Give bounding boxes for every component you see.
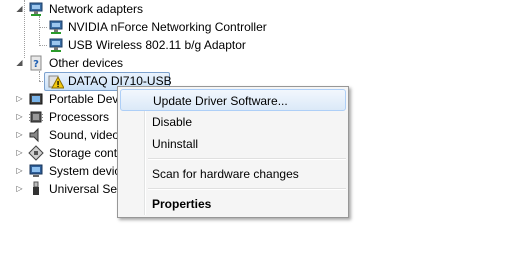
speaker-icon <box>29 127 39 143</box>
menu-separator <box>148 188 346 190</box>
usb-icon <box>33 181 39 195</box>
menu-item-label: Disable <box>152 115 193 129</box>
menu-separator <box>148 158 346 160</box>
tree-node-nvidia[interactable]: NVIDIA nForce Networking Controller <box>0 18 300 36</box>
storage-controller-icon <box>28 145 44 161</box>
network-adapter-icon <box>49 20 63 34</box>
portable-device-icon <box>29 93 43 105</box>
tree-label: Other devices <box>49 56 124 70</box>
tree-label: Portable Devi <box>49 92 122 106</box>
tree-label: Processors <box>49 110 110 124</box>
tree-label: Network adapters <box>49 2 144 16</box>
menu-item-label: Update Driver Software... <box>153 94 288 108</box>
expand-icon[interactable]: ▷ <box>15 180 24 198</box>
tree-label: System devic <box>49 164 121 178</box>
tree-node-usb-wireless[interactable]: USB Wireless 802.11 b/g Adaptor <box>0 36 300 54</box>
expand-icon[interactable]: ▷ <box>15 108 24 126</box>
menu-item-properties[interactable]: Properties <box>120 193 346 215</box>
expand-icon[interactable]: ▷ <box>15 162 24 180</box>
menu-item-scan-hardware[interactable]: Scan for hardware changes <box>120 163 346 185</box>
menu-item-update-driver[interactable]: Update Driver Software... <box>120 89 346 111</box>
tree-node-other-devices[interactable]: ◢ ? Other devices <box>0 54 300 72</box>
expand-icon[interactable]: ▷ <box>15 144 24 162</box>
menu-item-label: Scan for hardware changes <box>152 167 299 181</box>
menu-item-disable[interactable]: Disable <box>120 111 346 133</box>
collapse-icon[interactable]: ◢ <box>15 54 24 72</box>
expand-icon[interactable]: ▷ <box>15 126 24 144</box>
collapse-icon[interactable]: ◢ <box>15 0 24 18</box>
processor-icon <box>29 111 43 123</box>
context-menu: Update Driver Software... Disable Uninst… <box>117 86 349 218</box>
svg-text:?: ? <box>33 59 39 70</box>
menu-item-label: Properties <box>152 197 212 211</box>
unknown-device-icon: ? <box>30 55 42 71</box>
tree-label: Universal Ser <box>49 182 122 196</box>
menu-item-label: Uninstall <box>152 137 199 151</box>
warning-device-icon <box>48 75 64 89</box>
menu-item-uninstall[interactable]: Uninstall <box>120 133 346 155</box>
network-adapter-icon <box>49 38 63 52</box>
expand-icon[interactable]: ▷ <box>15 90 24 108</box>
tree-label: USB Wireless 802.11 b/g Adaptor <box>68 38 246 52</box>
tree-node-network-adapters[interactable]: ◢ Network adapters <box>0 0 300 18</box>
network-adapter-icon <box>29 2 43 16</box>
tree-label: Sound, video <box>49 128 120 142</box>
tree-label: Storage contr <box>49 146 122 160</box>
tree-label: NVIDIA nForce Networking Controller <box>68 20 267 34</box>
computer-icon <box>29 164 43 177</box>
